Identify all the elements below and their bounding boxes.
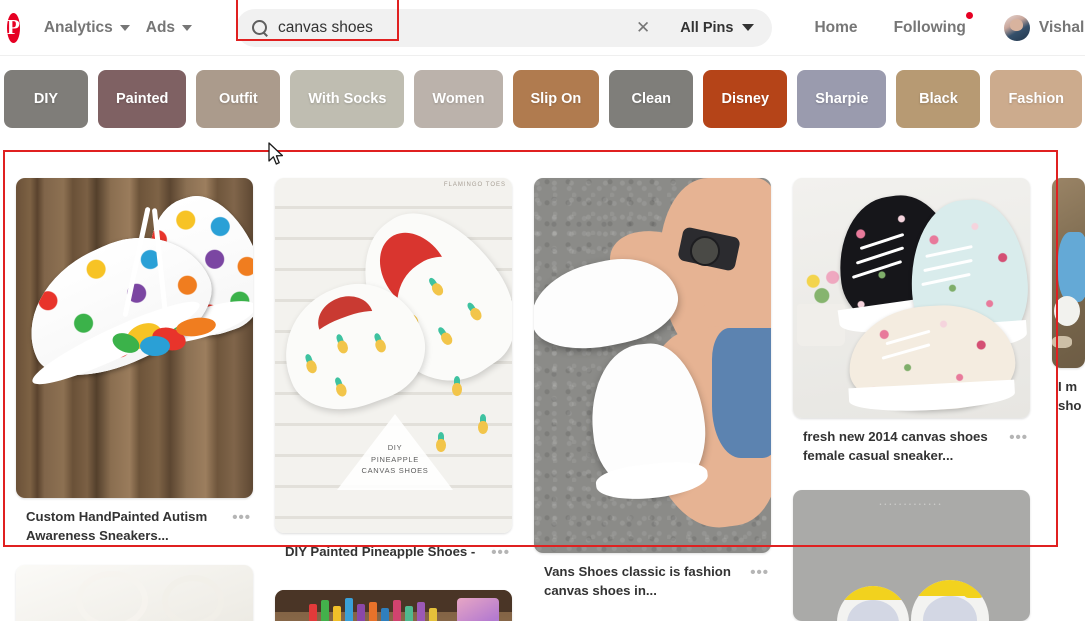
- chip-label: Black: [919, 91, 958, 107]
- account-menu[interactable]: Vishal Gupta: [1003, 14, 1085, 41]
- pin-caption: Vans Shoes classic is fashion canvas sho…: [534, 553, 771, 606]
- pin-title-line-1: I m: [1058, 379, 1078, 394]
- nav-home[interactable]: Home: [814, 19, 857, 37]
- filter-chip-fashion[interactable]: Fashion: [990, 70, 1083, 128]
- pin-title: fresh new 2014 canvas shoes female casua…: [803, 429, 988, 463]
- pin-card-partial-right[interactable]: I m sho: [1052, 178, 1085, 422]
- chip-label: Fashion: [1008, 91, 1065, 107]
- filter-chip-slip-on[interactable]: Slip On: [512, 70, 600, 128]
- pin-image[interactable]: [534, 178, 771, 553]
- pin-caption: DIY Painted Pineapple Shoes - •••: [275, 533, 512, 568]
- pin-title: Custom HandPainted Autism Awareness Snea…: [26, 509, 208, 543]
- pin-caption: Custom HandPainted Autism Awareness Snea…: [16, 498, 253, 551]
- search-area: [236, 0, 637, 47]
- filter-chip-black[interactable]: Black: [896, 70, 981, 128]
- filter-chip-row[interactable]: DIY Painted Outfit With Socks Women Slip…: [0, 57, 1085, 141]
- overlay-line-2: PINEAPPLE: [371, 454, 419, 464]
- filter-chip-outfit[interactable]: Outfit: [196, 70, 281, 128]
- pinterest-logo-glyph: P: [7, 15, 20, 39]
- pin-card-cream-room[interactable]: [16, 565, 253, 621]
- pin-image[interactable]: [793, 178, 1030, 418]
- nav-analytics-label: Analytics: [43, 18, 113, 36]
- more-options-icon[interactable]: •••: [1009, 428, 1028, 445]
- clear-search-icon[interactable]: ✕: [636, 19, 650, 36]
- filter-chip-diy[interactable]: DIY: [4, 70, 88, 128]
- pin-image[interactable]: FLAMINGO TOES DIY PINEAPPLE CANVAS SHOES: [275, 178, 512, 533]
- chip-label: Painted: [116, 91, 169, 107]
- chip-label: Slip On: [530, 91, 582, 107]
- nav-analytics[interactable]: Analytics: [36, 13, 138, 43]
- filter-chip-clean[interactable]: Clean: [609, 70, 694, 128]
- overlay-line-1: DIY: [387, 443, 403, 452]
- pin-title: DIY Painted Pineapple Shoes -: [285, 544, 476, 559]
- overlay-line-3: CANVAS SHOES: [361, 466, 429, 476]
- all-pins-dropdown[interactable]: All Pins: [664, 8, 773, 47]
- chip-label: With Socks: [308, 91, 387, 107]
- search-field-wrapper[interactable]: [236, 0, 637, 47]
- notification-dot: [965, 11, 973, 19]
- search-input[interactable]: [278, 18, 579, 37]
- pin-title-line-2: sho: [1058, 397, 1082, 413]
- pin-image[interactable]: [1052, 178, 1085, 368]
- search-icon: [252, 19, 268, 36]
- more-options-icon[interactable]: •••: [750, 563, 769, 580]
- pin-results-grid: Custom HandPainted Autism Awareness Snea…: [0, 150, 1085, 621]
- chip-label: Disney: [721, 91, 770, 107]
- more-options-icon[interactable]: •••: [491, 543, 510, 560]
- pin-caption: fresh new 2014 canvas shoes female casua…: [793, 418, 1030, 471]
- chip-label: Sharpie: [815, 91, 869, 107]
- pin-card-pineapple-shoes[interactable]: FLAMINGO TOES DIY PINEAPPLE CANVAS SHOES…: [275, 178, 512, 568]
- top-header: P Analytics Ads ✕ All Pins Home Followin…: [0, 0, 1085, 56]
- image-watermark: FLAMINGO TOES: [443, 182, 506, 188]
- pin-card-yellow-shoes[interactable]: •••••••••••••: [793, 490, 1030, 621]
- filter-chip-disney[interactable]: Disney: [703, 70, 788, 128]
- pin-image[interactable]: [16, 178, 253, 498]
- chevron-down-icon: [119, 24, 130, 31]
- search-field-tail: ✕: [636, 8, 665, 47]
- image-watermark: •••••••••••••: [879, 502, 944, 508]
- account-name: Vishal Gupta: [1038, 18, 1085, 36]
- nav-ads[interactable]: Ads: [138, 13, 200, 43]
- chevron-down-icon: [182, 24, 193, 31]
- nav-following[interactable]: Following: [893, 11, 973, 37]
- chip-label: Women: [432, 91, 485, 107]
- more-options-icon[interactable]: •••: [232, 508, 251, 525]
- chip-label: Clean: [631, 91, 672, 107]
- nav-following-label: Following: [893, 18, 966, 36]
- filter-chip-women[interactable]: Women: [414, 70, 503, 128]
- filter-chip-with-socks[interactable]: With Socks: [290, 70, 405, 128]
- pin-card-markers[interactable]: [275, 590, 512, 621]
- pinterest-logo[interactable]: P: [7, 12, 20, 43]
- avatar: [1003, 14, 1030, 41]
- image-overlay-text: DIY PINEAPPLE CANVAS SHOES: [339, 442, 451, 477]
- pin-image[interactable]: [275, 590, 512, 621]
- all-pins-label: All Pins: [680, 19, 734, 36]
- pin-image[interactable]: •••••••••••••: [793, 490, 1030, 621]
- filter-chip-sharpie[interactable]: Sharpie: [797, 70, 887, 128]
- nav-home-label: Home: [814, 18, 858, 36]
- pin-image[interactable]: [16, 565, 253, 621]
- chevron-down-icon: [742, 24, 755, 31]
- chip-label: DIY: [33, 91, 59, 107]
- pin-caption: I m sho: [1052, 368, 1085, 421]
- pin-card-vans-classic[interactable]: Vans Shoes classic is fashion canvas sho…: [534, 178, 771, 607]
- pin-card-autism-sneakers[interactable]: Custom HandPainted Autism Awareness Snea…: [16, 178, 253, 552]
- pin-card-floral-sneakers[interactable]: fresh new 2014 canvas shoes female casua…: [793, 178, 1030, 472]
- pin-title: Vans Shoes classic is fashion canvas sho…: [544, 564, 731, 598]
- chip-label: Outfit: [219, 91, 258, 107]
- filter-chip-painted[interactable]: Painted: [98, 70, 187, 128]
- nav-ads-label: Ads: [145, 18, 176, 36]
